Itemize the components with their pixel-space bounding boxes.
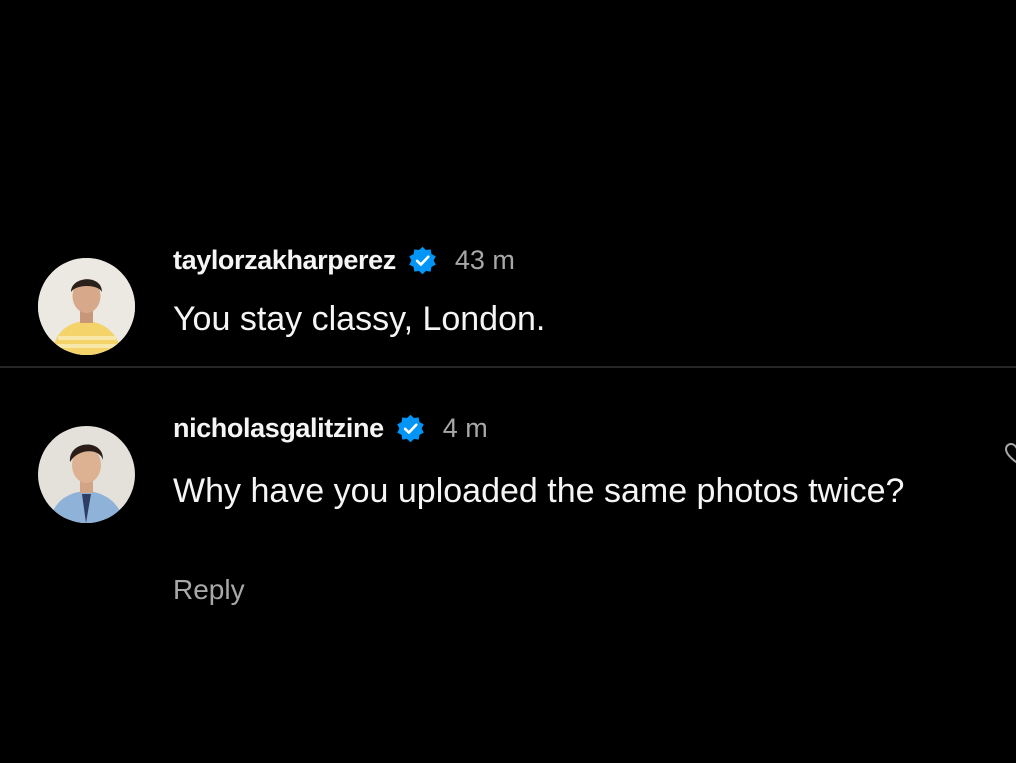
timestamp: 4 m	[442, 412, 488, 443]
verified-badge-icon	[396, 414, 425, 443]
verified-badge-icon	[408, 246, 437, 275]
username[interactable]: nicholasgalitzine	[173, 413, 384, 444]
avatar[interactable]	[38, 258, 135, 355]
heart-icon[interactable]	[1004, 442, 1016, 464]
avatar-photo	[38, 426, 135, 523]
comment-text: Why have you uploaded the same photos tw…	[173, 472, 905, 510]
username[interactable]: taylorzakharperez	[173, 245, 396, 276]
comment-item: taylorzakharperez 43 m You stay classy, …	[0, 236, 1016, 364]
timestamp: 43 m	[454, 244, 515, 275]
divider	[0, 366, 1016, 368]
avatar-photo	[38, 258, 135, 355]
comment-meta: nicholasgalitzine 4 m	[173, 406, 488, 450]
reply-button[interactable]: Reply	[173, 574, 245, 606]
avatar[interactable]	[38, 426, 135, 523]
comment-item: nicholasgalitzine 4 m Why have you uploa…	[0, 402, 1016, 632]
comment-text: You stay classy, London.	[173, 300, 546, 338]
comment-meta: taylorzakharperez 43 m	[173, 238, 515, 282]
